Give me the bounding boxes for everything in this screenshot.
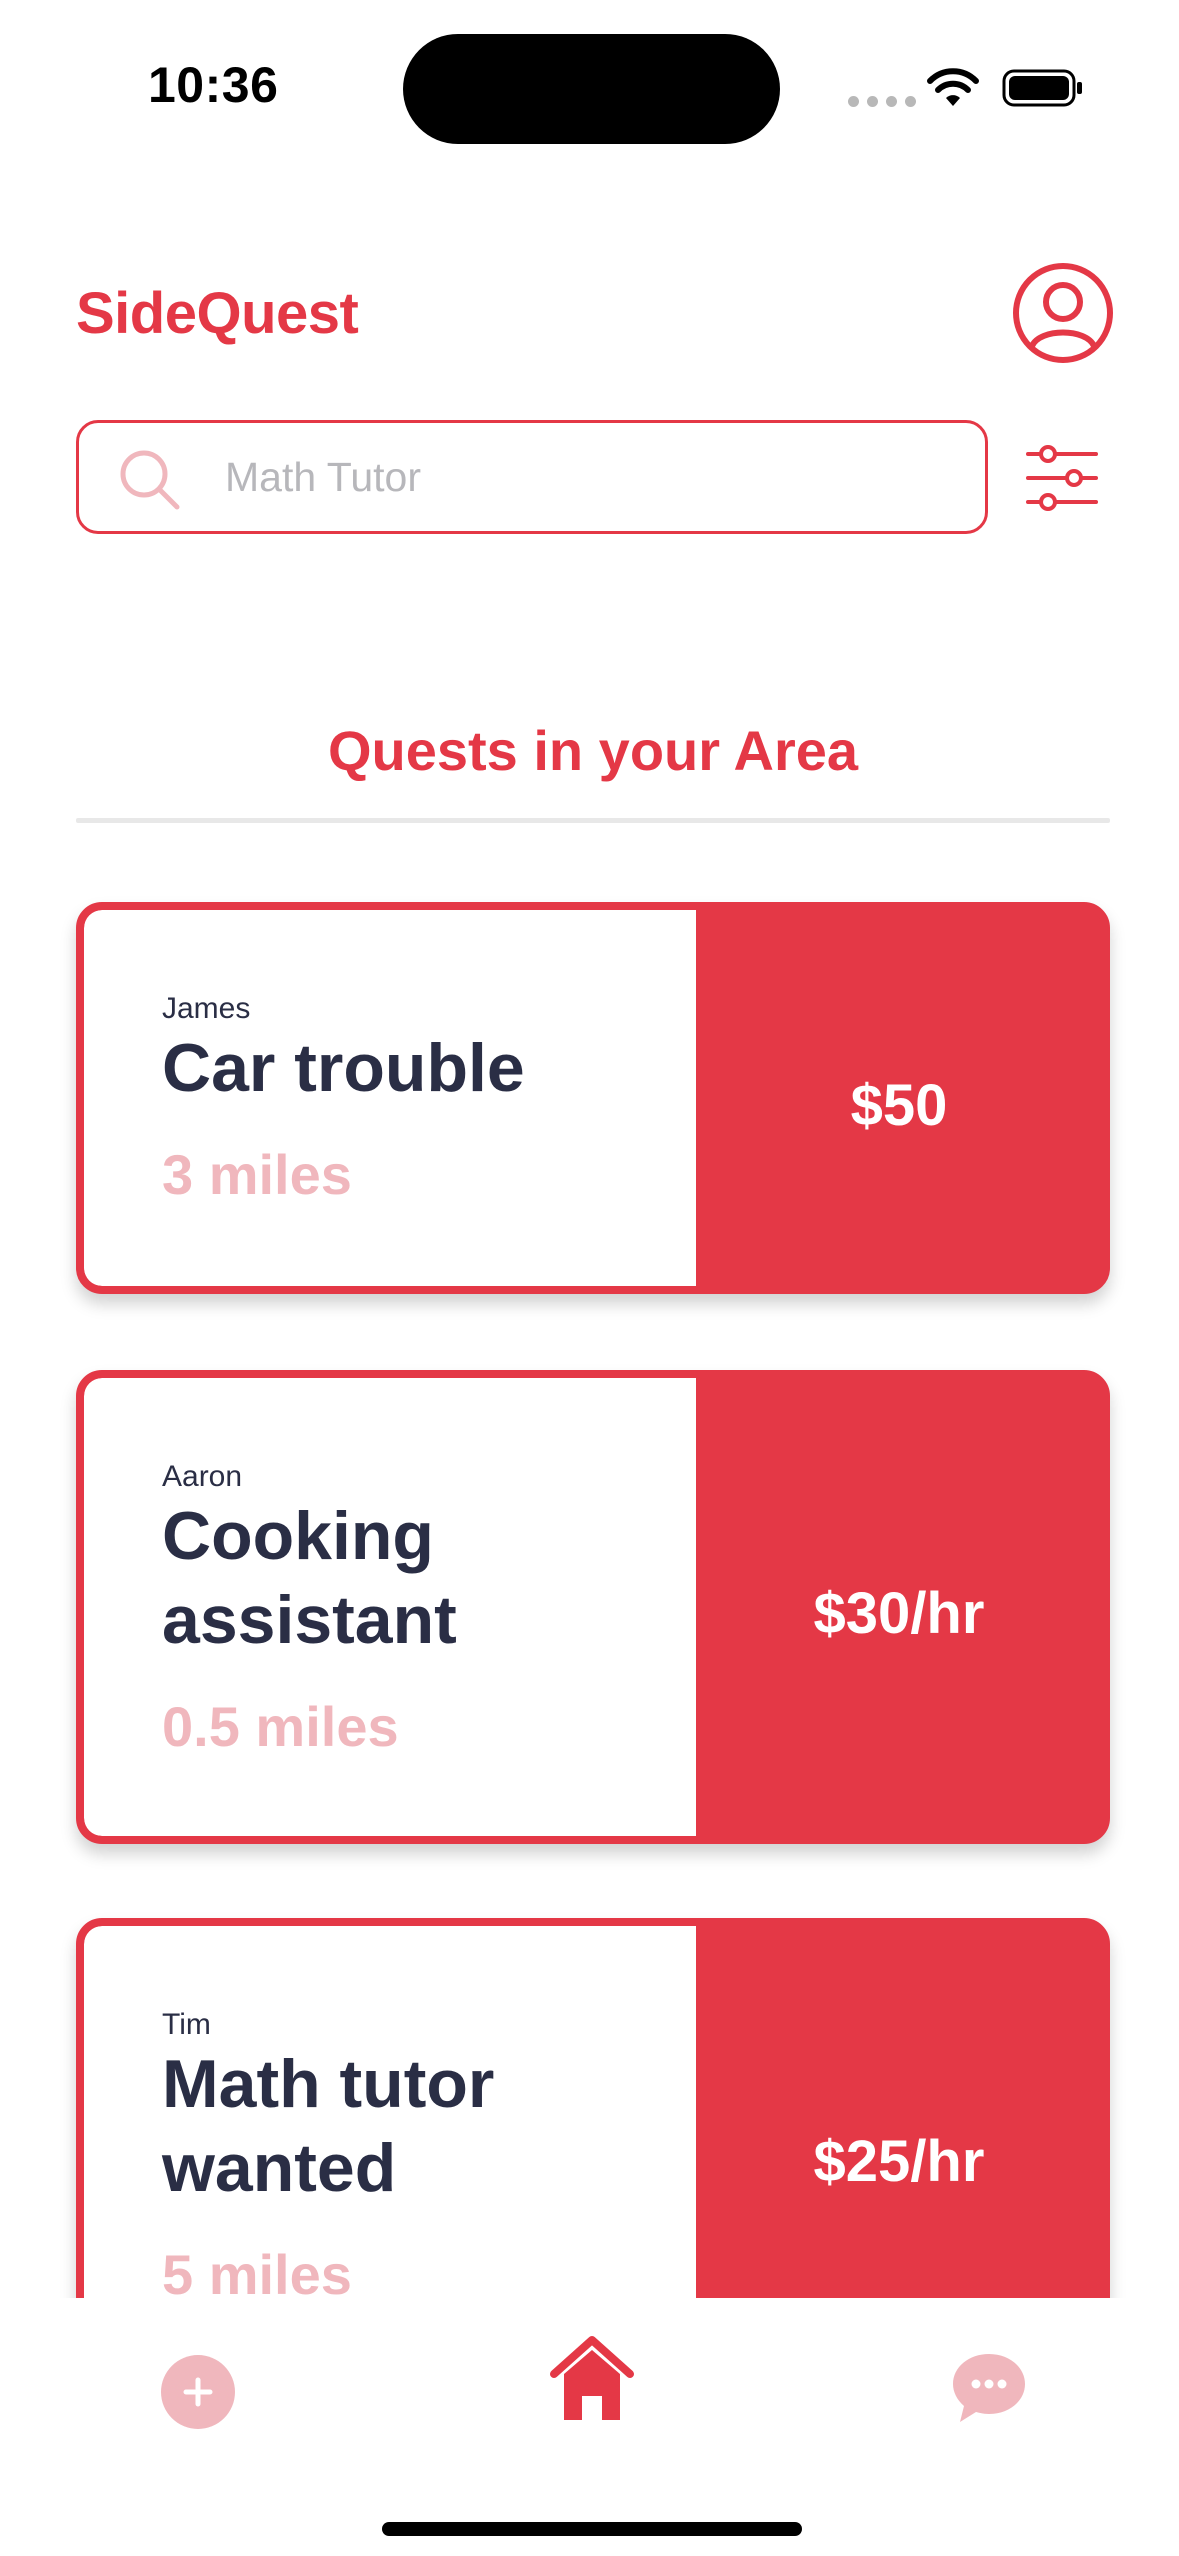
quest-title: Math tutor wanted	[162, 2046, 495, 2206]
quest-price: $50	[850, 1073, 948, 1138]
quest-distance: 0.5 miles	[162, 1695, 399, 1758]
search-bar[interactable]	[76, 420, 988, 534]
quest-poster-name: Tim	[162, 2008, 211, 2041]
quest-card[interactable]: James Car trouble 3 miles $50	[76, 902, 1110, 1294]
quest-price: $25/hr	[813, 2129, 985, 2194]
quest-card-body: James Car trouble 3 miles	[84, 910, 696, 1286]
quest-distance: 3 miles	[162, 1143, 352, 1206]
quest-title: Car trouble	[162, 1030, 525, 1106]
section-divider	[76, 818, 1110, 823]
home-indicator	[382, 2522, 802, 2536]
app-logo-title: SideQuest	[76, 281, 359, 346]
dynamic-island	[403, 34, 780, 144]
add-icon[interactable]	[160, 2354, 236, 2430]
quest-poster-name: Aaron	[162, 1460, 243, 1493]
quest-price: $30/hr	[813, 1581, 985, 1646]
quest-card[interactable]: Aaron Cooking assistant 0.5 miles $30/hr	[76, 1370, 1110, 1844]
home-icon[interactable]	[550, 2334, 634, 2424]
chat-icon[interactable]	[950, 2350, 1028, 2426]
cellular-signal-icon	[848, 96, 916, 107]
profile-icon[interactable]	[1012, 262, 1114, 364]
quest-title: Cooking assistant	[162, 1498, 457, 1658]
wifi-icon	[927, 68, 979, 106]
search-icon	[120, 450, 180, 510]
quest-card-body: Aaron Cooking assistant 0.5 miles	[84, 1378, 696, 1836]
battery-icon	[1002, 69, 1082, 107]
filter-sliders-icon[interactable]	[1026, 444, 1098, 512]
quest-poster-name: James	[162, 992, 251, 1025]
section-title: Quests in your Area	[327, 719, 859, 782]
tab-bar	[0, 2298, 1179, 2556]
status-time: 10:36	[148, 57, 279, 113]
search-input[interactable]	[225, 423, 965, 531]
